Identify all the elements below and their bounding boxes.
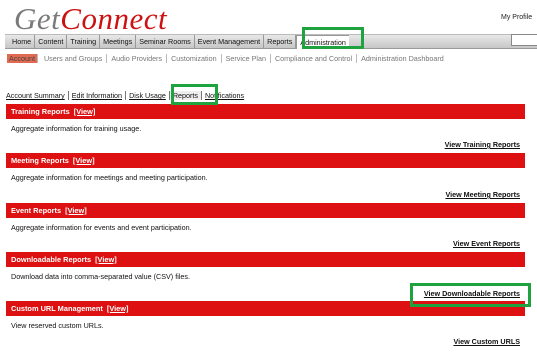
view-link[interactable]: [View] (95, 255, 117, 264)
tab-disk-usage[interactable]: Disk Usage (126, 91, 170, 100)
nav-meetings[interactable]: Meetings (100, 35, 137, 49)
subnav-compliance-and-control[interactable]: Compliance and Control (271, 54, 358, 63)
highlight-downloadable-link (410, 283, 531, 307)
subnav-customization[interactable]: Customization (167, 54, 222, 63)
view-link[interactable]: [View] (73, 156, 95, 165)
section-description: Aggregate information for training usage… (11, 124, 142, 133)
training-reports-section: Training Reports [View] Aggregate informa… (6, 104, 525, 149)
section-description: View reserved custom URLs. (11, 321, 104, 330)
nav-reports[interactable]: Reports (264, 35, 297, 49)
section-description: Download data into comma-separated value… (11, 272, 190, 281)
subnav-service-plan[interactable]: Service Plan (222, 54, 271, 63)
subnav-audio-providers[interactable]: Audio Providers (107, 54, 168, 63)
section-header: Downloadable Reports [View] (6, 252, 525, 267)
section-description: Aggregate information for meetings and m… (11, 173, 208, 182)
section-title: Event Reports (11, 206, 62, 215)
downloadable-reports-section: Downloadable Reports [View] Download data… (6, 252, 525, 298)
my-profile-link[interactable]: My Profile (501, 14, 532, 21)
logo-get: Get (14, 1, 61, 36)
view-link[interactable]: [View] (74, 107, 96, 116)
section-title: Training Reports (11, 107, 70, 116)
subnav-account[interactable]: Account (7, 54, 38, 63)
logo-connect: Connect (60, 1, 168, 36)
section-description: Aggregate information for events and eve… (11, 223, 192, 232)
meeting-reports-section: Meeting Reports [View] Aggregate informat… (6, 153, 525, 199)
section-header: Training Reports [View] (6, 104, 525, 119)
search-input[interactable] (511, 34, 537, 46)
admin-sub-nav: Account Users and Groups Audio Providers… (7, 54, 448, 63)
nav-seminar-rooms[interactable]: Seminar Rooms (136, 35, 195, 49)
section-title: Meeting Reports (11, 156, 69, 165)
section-title: Downloadable Reports (11, 255, 92, 264)
nav-training[interactable]: Training (67, 35, 101, 49)
view-meeting-reports-link[interactable]: View Meeting Reports (445, 190, 520, 199)
subnav-users-and-groups[interactable]: Users and Groups (40, 54, 108, 63)
view-training-reports-link[interactable]: View Training Reports (445, 140, 520, 149)
nav-event-management[interactable]: Event Management (195, 35, 265, 49)
getconnect-logo[interactable]: GetConnect (14, 2, 167, 36)
view-link[interactable]: [View] (65, 206, 87, 215)
view-event-reports-link[interactable]: View Event Reports (453, 239, 520, 248)
section-header: Meeting Reports [View] (6, 153, 525, 168)
highlight-administration (302, 27, 364, 49)
section-title: Custom URL Management (11, 304, 103, 313)
highlight-reports-tab (171, 84, 218, 105)
tab-account-summary[interactable]: Account Summary (6, 91, 69, 100)
view-link[interactable]: [View] (107, 304, 129, 313)
main-nav-bar: Home Content Training Meetings Seminar R… (5, 34, 537, 49)
nav-content[interactable]: Content (35, 35, 68, 49)
nav-home[interactable]: Home (9, 35, 36, 49)
section-header: Event Reports [View] (6, 203, 525, 218)
event-reports-section: Event Reports [View] Aggregate informatio… (6, 203, 525, 248)
subnav-administration-dashboard[interactable]: Administration Dashboard (357, 54, 448, 63)
tab-edit-information[interactable]: Edit Information (69, 91, 127, 100)
view-custom-urls-link[interactable]: View Custom URLS (453, 337, 520, 346)
